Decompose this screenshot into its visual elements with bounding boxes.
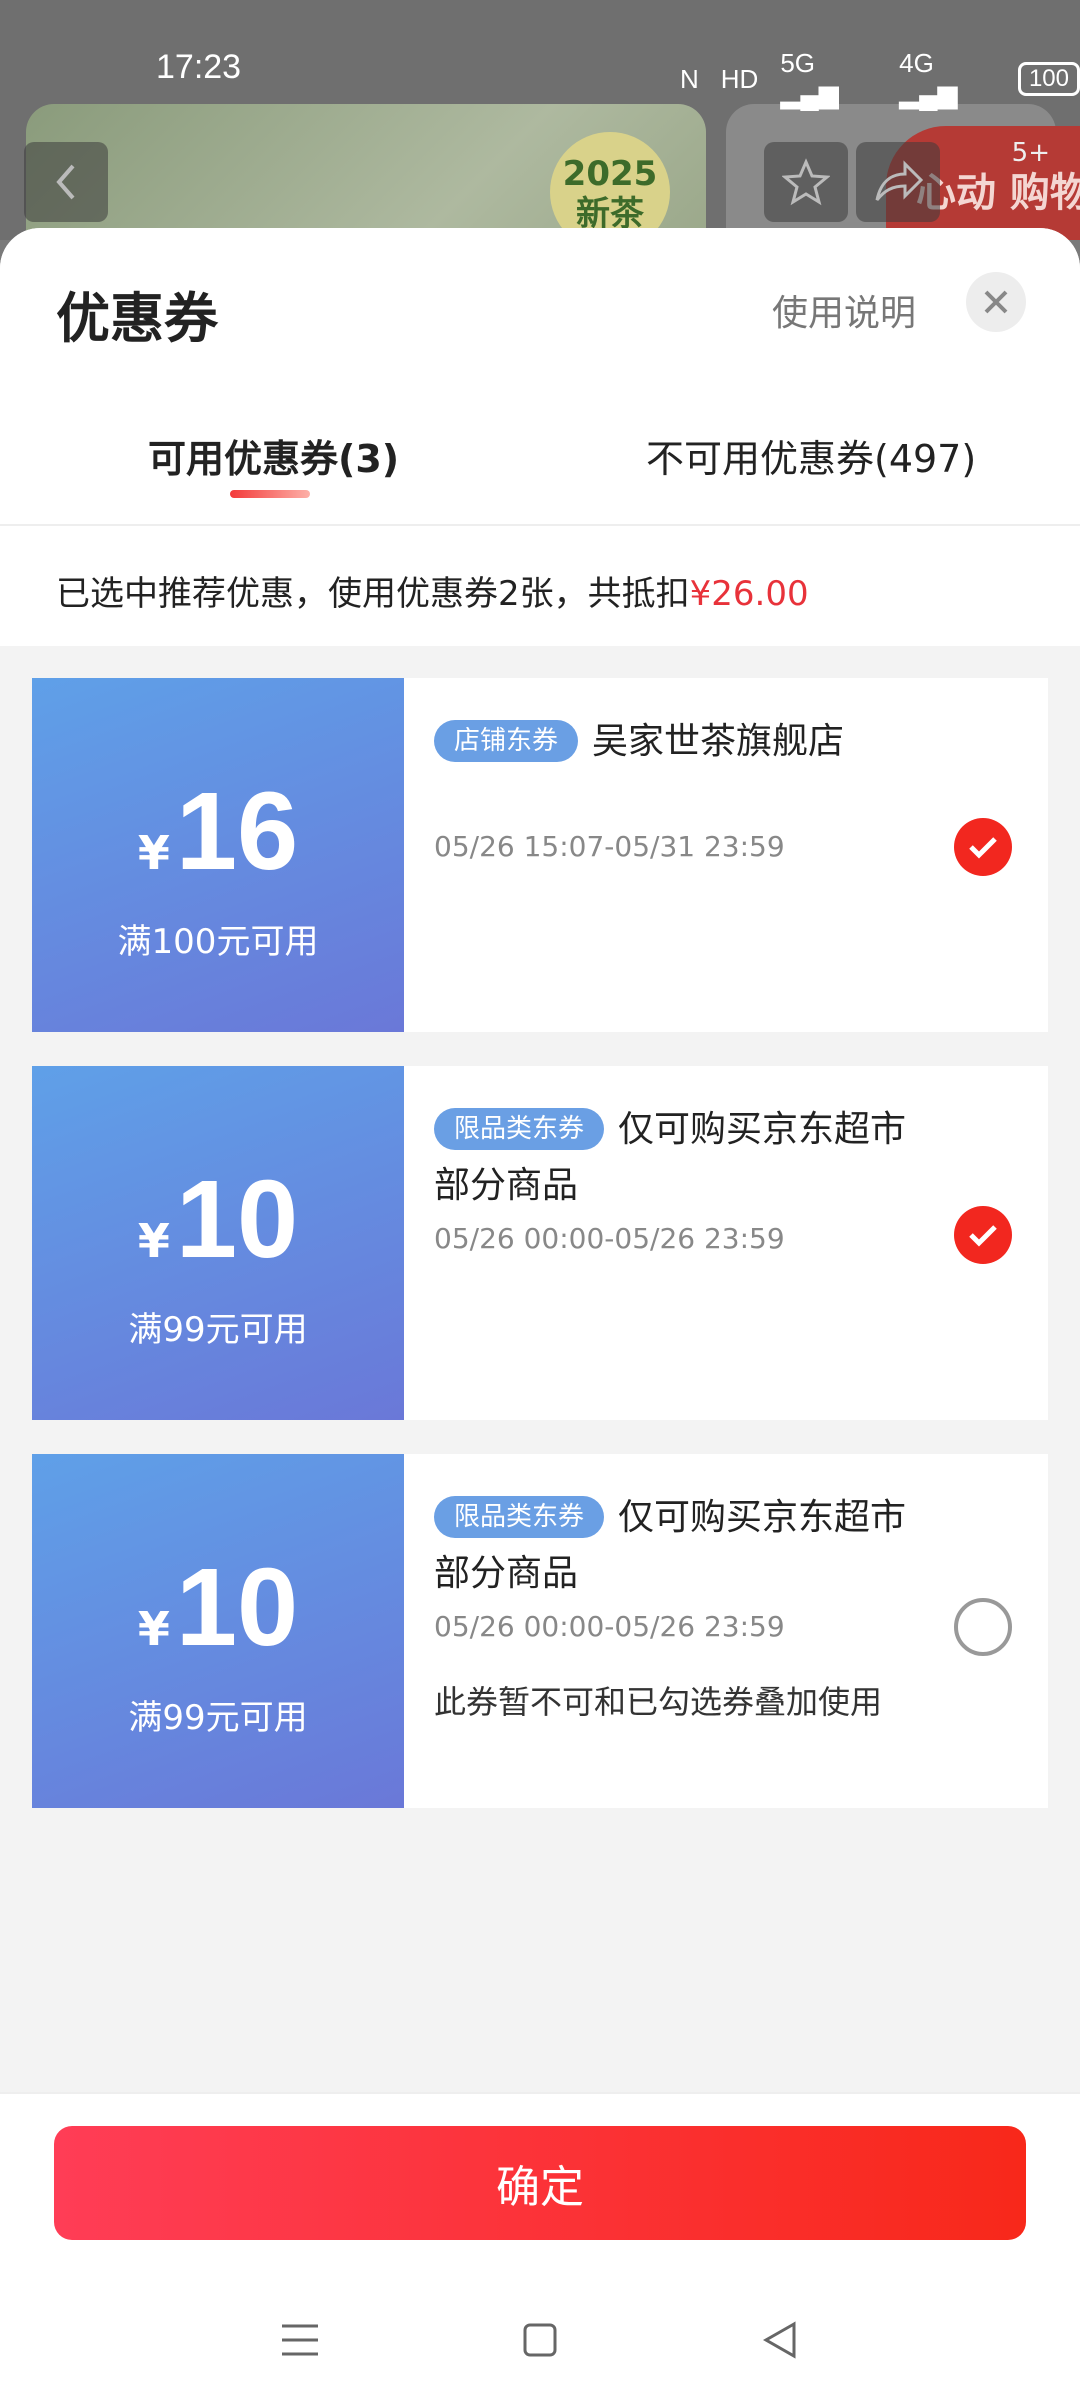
- home-nav-button[interactable]: [510, 2310, 570, 2370]
- currency-symbol: ¥: [137, 826, 170, 880]
- coupon-list: ¥ 16 满100元可用 店铺东券 吴家世茶旗舰店 05/26 15:07-05/…: [0, 646, 1080, 1808]
- sheet-header: 优惠券 使用说明 可用优惠券(3) 不可用优惠券(497): [0, 228, 1080, 524]
- cart-count-badge: 5+: [1011, 138, 1050, 168]
- coupon-threshold: 满99元可用: [128, 1310, 308, 1350]
- hd-icon: HD: [720, 63, 759, 94]
- network-5g-label: 5G: [780, 48, 816, 78]
- status-time: 17:23: [156, 48, 242, 86]
- coupon-card[interactable]: ¥ 16 满100元可用 店铺东券 吴家世茶旗舰店 05/26 15:07-05/…: [26, 678, 1048, 1032]
- signal-4g-icon: 4G ▂▄▆: [899, 48, 958, 109]
- back-nav-button[interactable]: [750, 2310, 810, 2370]
- signal-5g-icon: 5G ▂▄▆: [780, 48, 839, 109]
- back-triangle-icon: [762, 2321, 796, 2359]
- coupon-value: 10: [175, 1546, 299, 1669]
- coupon-card[interactable]: ¥ 10 满99元可用 限品类东券 仅可购买京东超市部分商品 05/26 00:0…: [26, 1066, 1048, 1420]
- coupon-value: 16: [175, 770, 299, 893]
- coupon-details: 店铺东券 吴家世茶旗舰店 05/26 15:07-05/31 23:59: [404, 678, 1048, 1032]
- active-tab-indicator: [230, 490, 310, 498]
- checkmark-icon: [969, 837, 997, 859]
- coupon-note: 此券暂不可和已勾选券叠加使用: [434, 1683, 883, 1721]
- coupon-amount: ¥ 10: [32, 1156, 404, 1283]
- coupon-value-panel: ¥ 10 满99元可用: [26, 1066, 404, 1420]
- system-nav-bar: [0, 2280, 1080, 2400]
- coupon-value-panel: ¥ 16 满100元可用: [26, 678, 404, 1032]
- coupon-checkbox-unchecked[interactable]: [954, 1598, 1012, 1656]
- coupon-title-line: 店铺东券 吴家世茶旗舰店: [434, 714, 1016, 770]
- coupon-validity: 05/26 00:00-05/26 23:59: [434, 1222, 785, 1255]
- menu-icon: [282, 2324, 318, 2356]
- coupon-amount: ¥ 16: [32, 768, 404, 895]
- chevron-left-icon: [56, 164, 75, 200]
- battery-icon: 100: [1017, 62, 1080, 96]
- coupon-sheet: 优惠券 使用说明 可用优惠券(3) 不可用优惠券(497) 已选中推荐优惠，使用…: [0, 228, 1080, 2400]
- coupon-checkbox-checked[interactable]: [954, 1206, 1012, 1264]
- summary-amount: ¥26.00: [689, 574, 809, 614]
- coupon-validity: 05/26 15:07-05/31 23:59: [434, 830, 785, 863]
- cart-close-area: 5+: [948, 138, 1058, 222]
- coupon-validity: 05/26 00:00-05/26 23:59: [434, 1610, 785, 1643]
- currency-symbol: ¥: [137, 1602, 170, 1656]
- usage-instructions-link[interactable]: 使用说明: [772, 284, 916, 336]
- square-icon: [523, 2323, 557, 2357]
- coupon-tag: 限品类东券: [434, 1496, 605, 1538]
- sheet-title: 优惠券: [56, 287, 218, 350]
- coupon-tag: 店铺东券: [434, 720, 579, 762]
- coupon-card[interactable]: ¥ 10 满99元可用 限品类东券 仅可购买京东超市部分商品 05/26 00:0…: [26, 1454, 1048, 1808]
- share-button: [856, 142, 940, 222]
- close-icon: [984, 290, 1008, 314]
- background-badge: 2025 新茶: [550, 132, 670, 240]
- coupon-threshold: 满99元可用: [128, 1698, 308, 1738]
- status-bar: 17:23 N HD 5G ▂▄▆ 4G ▂▄▆ 100: [0, 0, 1080, 120]
- back-button: [24, 142, 108, 222]
- star-icon: [782, 158, 830, 206]
- share-icon: [875, 160, 923, 201]
- checkmark-icon: [969, 1225, 997, 1247]
- coupon-title-line: 限品类东券 仅可购买京东超市部分商品: [434, 1102, 1016, 1214]
- coupon-title: 吴家世茶旗舰店: [592, 721, 845, 762]
- currency-symbol: ¥: [137, 1214, 170, 1268]
- coupon-details: 限品类东券 仅可购买京东超市部分商品 05/26 00:00-05/26 23:5…: [404, 1454, 1048, 1808]
- selection-summary: 已选中推荐优惠，使用优惠券2张，共抵扣¥26.00: [0, 526, 1080, 646]
- tab-available-coupons[interactable]: 可用优惠券(3): [148, 428, 399, 483]
- favorite-button: [764, 142, 848, 222]
- coupon-value-panel: ¥ 10 满99元可用: [26, 1454, 404, 1808]
- confirm-button[interactable]: 确定: [54, 2126, 1026, 2240]
- summary-text: 已选中推荐优惠，使用优惠券2张，共抵扣: [56, 574, 690, 614]
- coupon-title-line: 限品类东券 仅可购买京东超市部分商品: [434, 1490, 1016, 1602]
- coupon-amount: ¥ 10: [32, 1544, 404, 1671]
- coupon-tag: 限品类东券: [434, 1108, 605, 1150]
- coupon-details: 限品类东券 仅可购买京东超市部分商品 05/26 00:00-05/26 23:5…: [404, 1066, 1048, 1420]
- status-icons: N HD 5G ▂▄▆ 4G ▂▄▆ 100: [680, 48, 1080, 110]
- nfc-icon: N: [680, 63, 699, 94]
- coupon-threshold: 满100元可用: [117, 922, 319, 962]
- tab-unavailable-coupons[interactable]: 不可用优惠券(497): [646, 428, 976, 483]
- menu-nav-button[interactable]: [270, 2310, 330, 2370]
- coupon-value: 10: [175, 1158, 299, 1281]
- coupon-checkbox-checked[interactable]: [954, 818, 1012, 876]
- close-button[interactable]: [966, 272, 1026, 332]
- network-4g-label: 4G: [899, 48, 934, 78]
